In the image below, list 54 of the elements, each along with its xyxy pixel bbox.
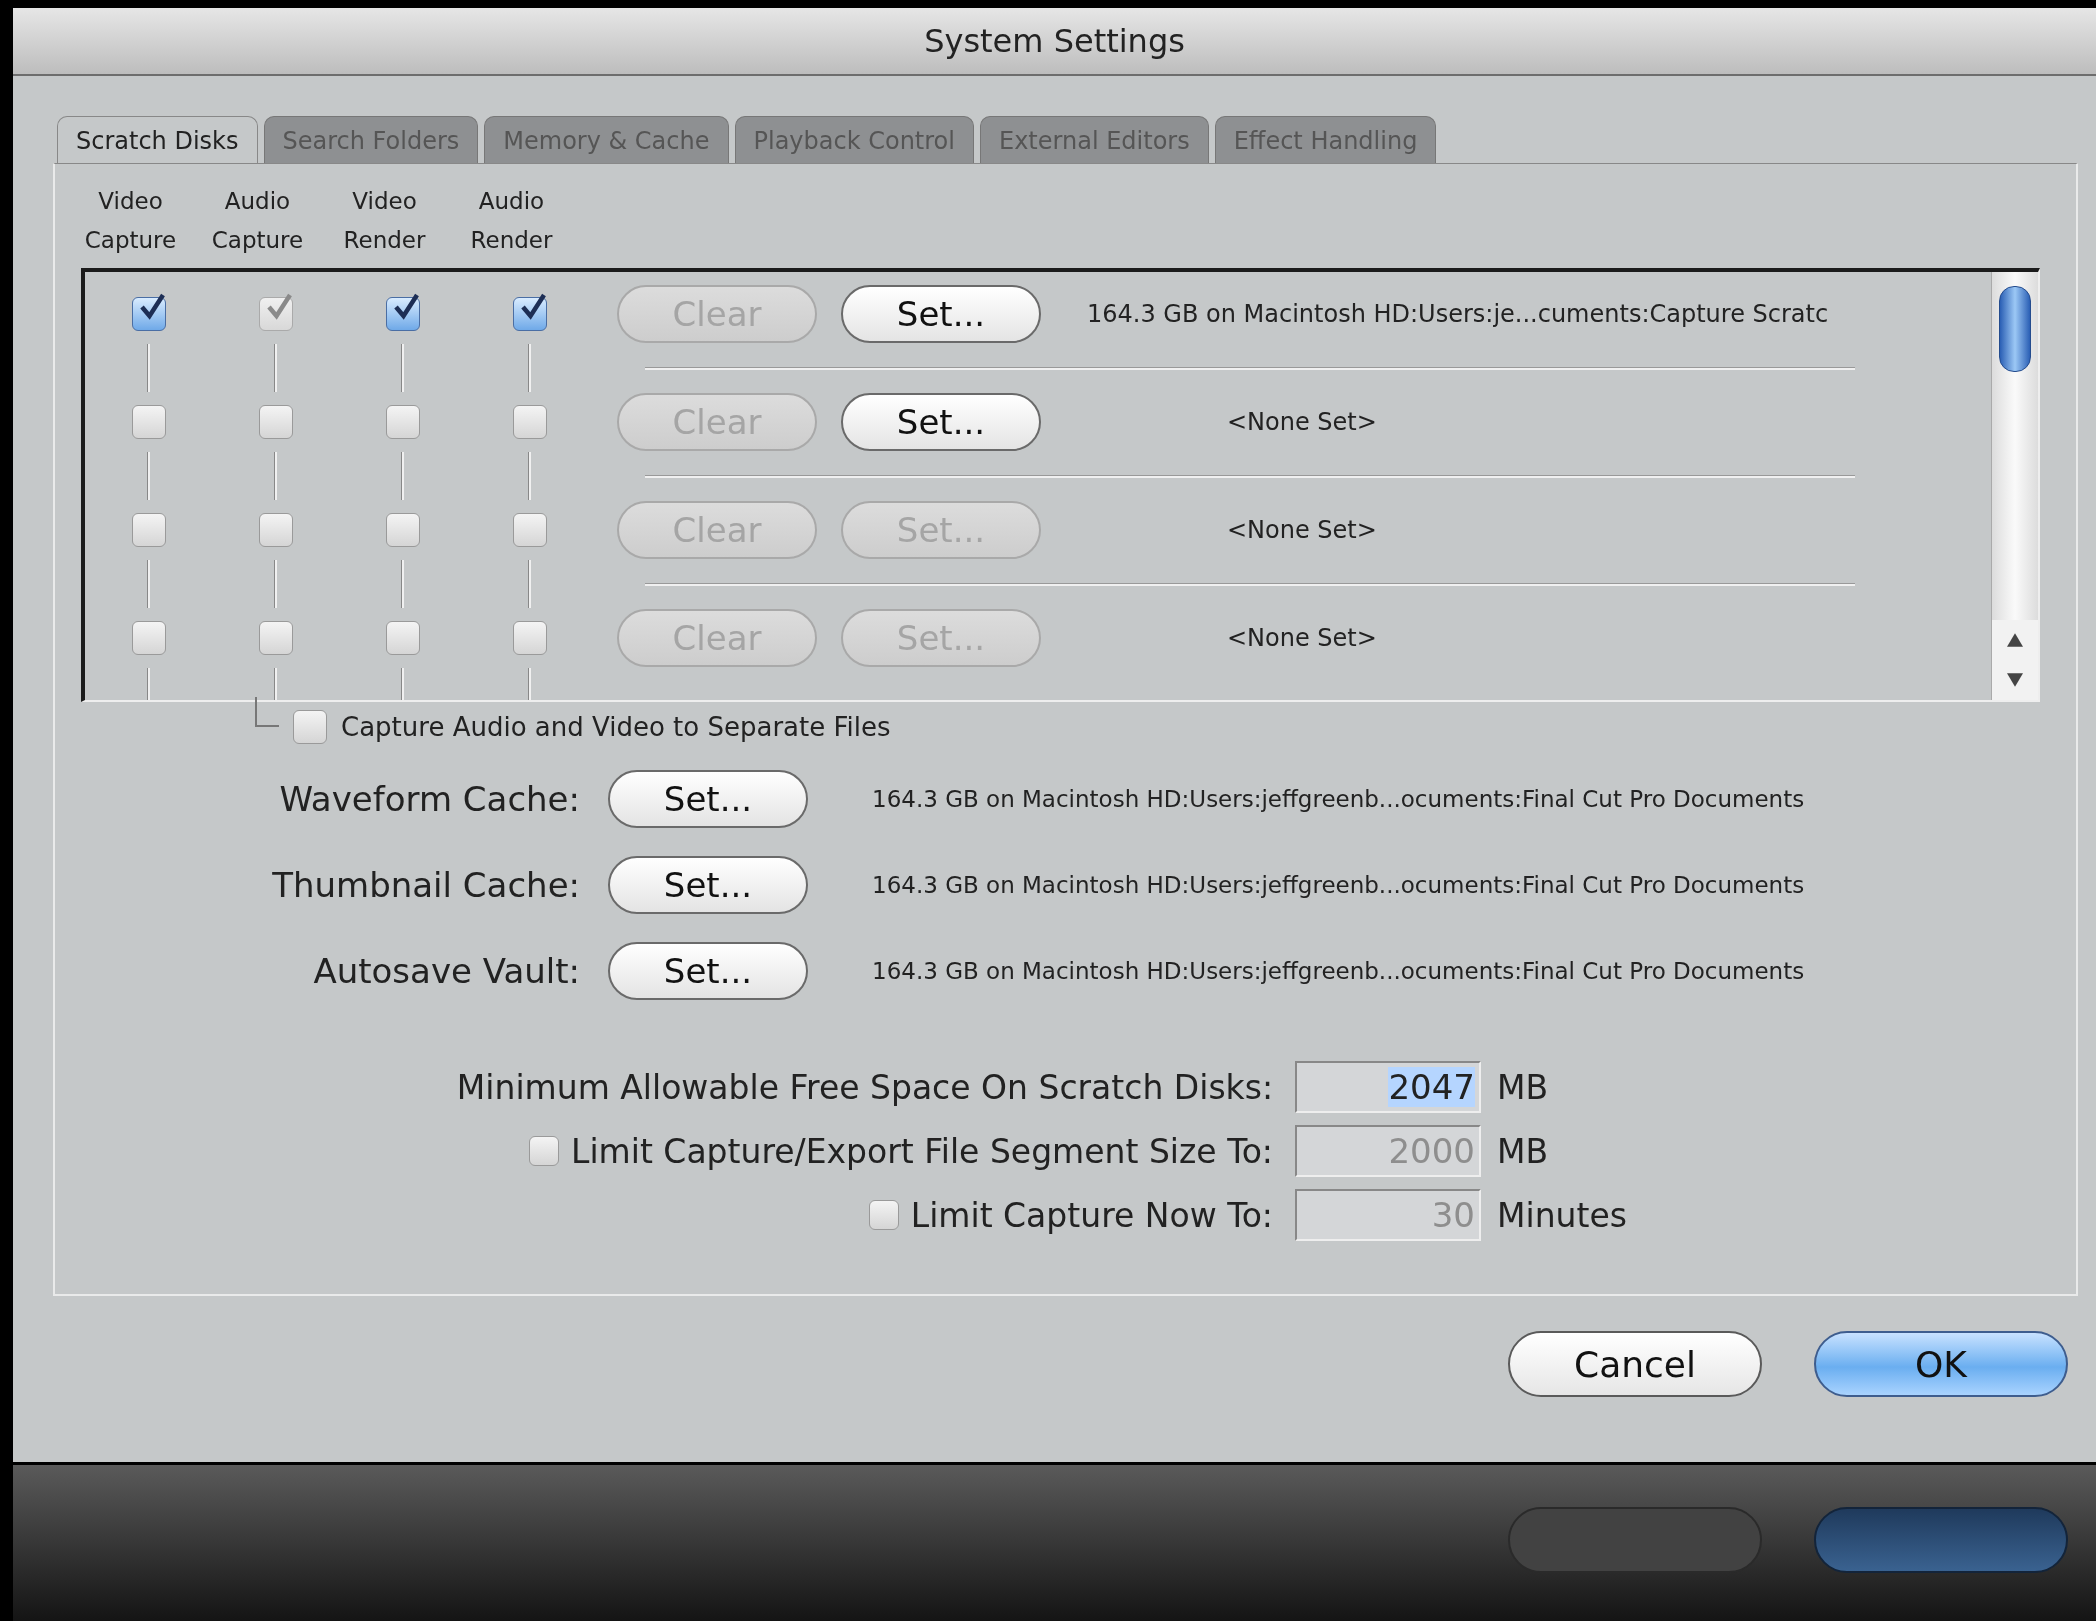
- checkbox[interactable]: [258, 621, 293, 655]
- tab[interactable]: Search Folders: [263, 116, 479, 164]
- tab[interactable]: Scratch Disks: [57, 116, 258, 164]
- checkbox[interactable]: [258, 513, 293, 547]
- tab[interactable]: Effect Handling: [1214, 116, 1437, 164]
- cache-label: Thumbnail Cache:: [271, 865, 580, 905]
- set-button[interactable]: Set...: [841, 285, 1041, 343]
- scroll-up-icon[interactable]: [2005, 632, 2025, 648]
- column-header: Video Render: [342, 187, 427, 255]
- checkbox[interactable]: [131, 405, 166, 439]
- unit-label: MB: [1497, 1131, 1549, 1171]
- column-header: Video Capture: [83, 187, 178, 255]
- cache-label: Waveform Cache:: [278, 779, 580, 819]
- set-button[interactable]: Set...: [841, 393, 1041, 451]
- checkbox[interactable]: [512, 405, 547, 439]
- set-button[interactable]: Set...: [608, 770, 808, 828]
- disk-location: 164.3 GB on Macintosh HD:Users:je...cuments:Capture Scratc: [1087, 300, 1829, 328]
- checkbox[interactable]: [512, 621, 547, 655]
- unit-label: MB: [1497, 1067, 1549, 1107]
- window-title: System Settings: [924, 22, 1185, 60]
- column-header: Audio Render: [469, 187, 554, 255]
- field-label: Limit Capture/Export File Segment Size To:: [571, 1131, 1273, 1171]
- checkbox[interactable]: [512, 513, 547, 547]
- ok-button[interactable]: OK: [1814, 1331, 2068, 1397]
- disk-location: <None Set>: [1227, 408, 1377, 436]
- column-header: Audio Capture: [210, 187, 305, 255]
- checkbox[interactable]: [385, 513, 420, 547]
- checkbox[interactable]: [385, 405, 420, 439]
- disk-location: <None Set>: [1227, 516, 1377, 544]
- field-label: Limit Capture Now To:: [910, 1195, 1273, 1235]
- checkbox[interactable]: [293, 710, 327, 744]
- checkbox[interactable]: [385, 621, 420, 655]
- cache-location: 164.3 GB on Macintosh HD:Users:jeffgreenb...ocuments:Final Cut Pro Documents: [872, 872, 1805, 898]
- tab[interactable]: Playback Control: [734, 116, 974, 164]
- checkbox-label: Capture Audio and Video to Separate Files: [341, 712, 891, 742]
- checkbox[interactable]: [131, 513, 166, 547]
- unit-label: Minutes: [1497, 1195, 1627, 1235]
- tab[interactable]: External Editors: [979, 116, 1209, 164]
- checkbox[interactable]: [258, 405, 293, 439]
- field-label: Minimum Allowable Free Space On Scratch Disks:: [456, 1067, 1273, 1107]
- checkbox[interactable]: [131, 621, 166, 655]
- disk-location: <None Set>: [1227, 624, 1377, 652]
- cache-location: 164.3 GB on Macintosh HD:Users:jeffgreenb...ocuments:Final Cut Pro Documents: [872, 786, 1805, 812]
- cache-location: 164.3 GB on Macintosh HD:Users:jeffgreenb...ocuments:Final Cut Pro Documents: [872, 958, 1805, 984]
- connector-line: [255, 697, 279, 727]
- scroll-down-icon[interactable]: [2005, 672, 2025, 688]
- cache-label: Autosave Vault:: [312, 951, 580, 991]
- set-button[interactable]: Set...: [608, 942, 808, 1000]
- cancel-button[interactable]: Cancel: [1508, 1331, 1762, 1397]
- scrollbar[interactable]: [1991, 272, 2038, 700]
- number-field[interactable]: 2047: [1295, 1061, 1481, 1113]
- scroll-thumb[interactable]: [1999, 286, 2031, 372]
- tab[interactable]: Memory & Cache: [484, 116, 729, 164]
- set-button[interactable]: Set...: [608, 856, 808, 914]
